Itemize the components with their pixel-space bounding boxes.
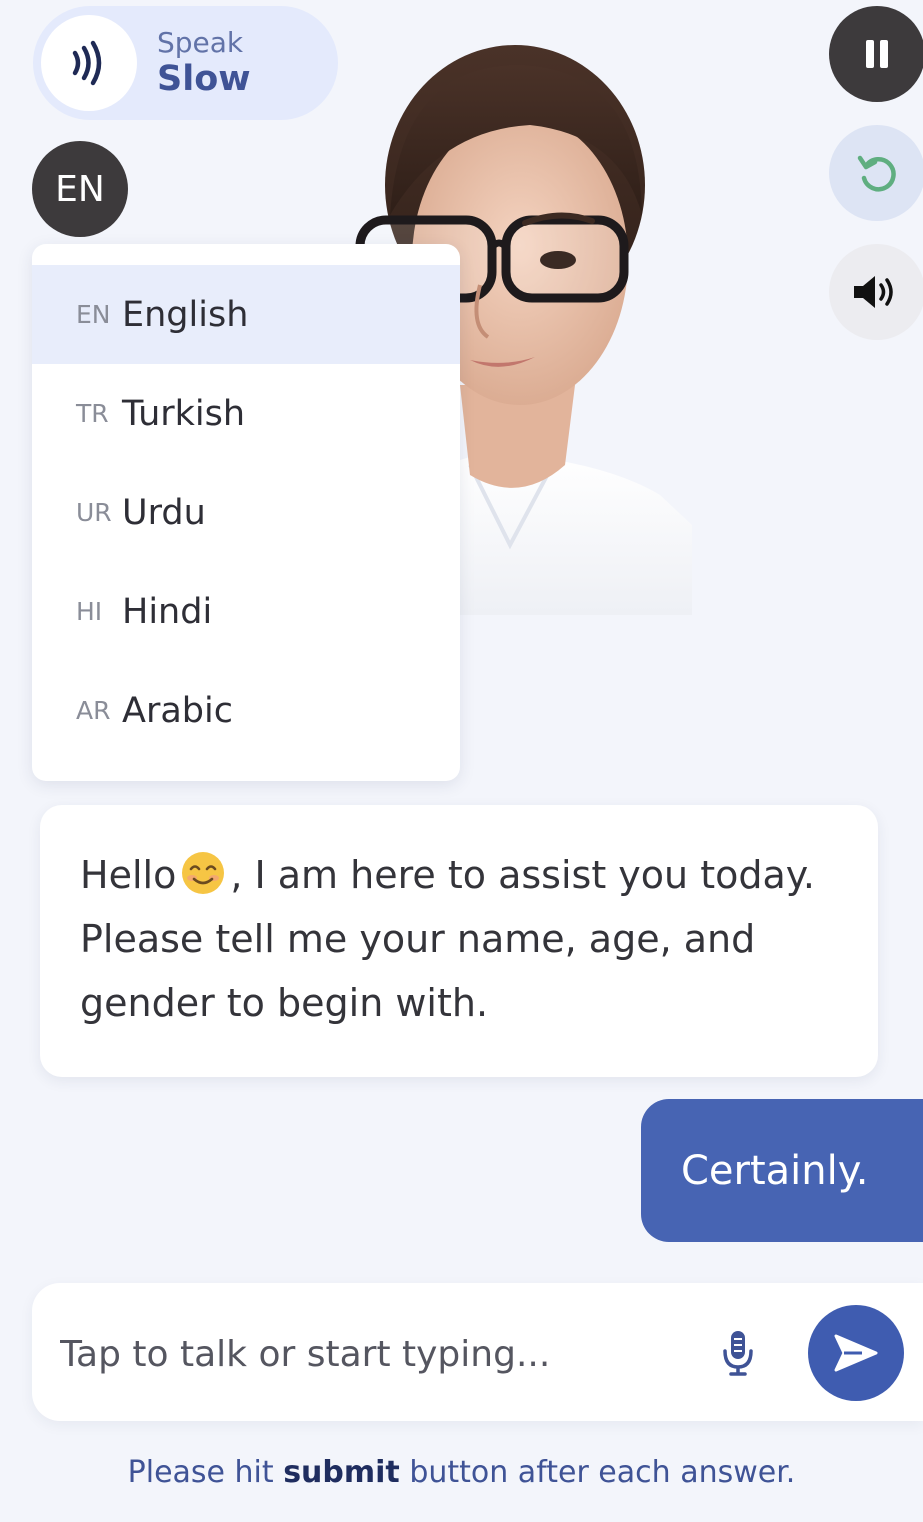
language-option-urdu[interactable]: UR Urdu — [32, 463, 460, 562]
microphone-button[interactable] — [718, 1327, 758, 1379]
reload-icon — [857, 155, 896, 192]
smiling-face-icon — [182, 852, 225, 894]
language-code: TR — [76, 399, 109, 428]
pause-button[interactable] — [829, 6, 923, 102]
language-option-turkish[interactable]: TR Turkish — [32, 364, 460, 463]
send-button[interactable] — [808, 1305, 904, 1401]
microphone-icon — [723, 1331, 753, 1376]
hint-text-after: button after each answer. — [399, 1455, 796, 1490]
language-name: English — [122, 294, 249, 335]
language-code: HI — [76, 597, 103, 626]
language-dropdown: EN English TR Turkish UR Urdu HI Hindi A… — [32, 244, 460, 781]
language-name: Hindi — [122, 591, 213, 632]
hint-text-before: Please hit — [127, 1455, 284, 1490]
speak-slow-toggle[interactable]: Speak Slow — [33, 6, 338, 120]
language-option-hindi[interactable]: HI Hindi — [32, 562, 460, 661]
hint-text-bold: submit — [283, 1455, 400, 1490]
language-option-arabic[interactable]: AR Arabic — [32, 661, 460, 760]
user-message: Certainly. — [641, 1099, 923, 1242]
language-code: EN — [76, 300, 111, 329]
language-code: AR — [76, 696, 111, 725]
message-input[interactable] — [58, 1317, 682, 1391]
language-button[interactable]: EN — [32, 141, 128, 237]
language-code: UR — [76, 498, 112, 527]
language-name: Urdu — [122, 492, 206, 533]
volume-button[interactable] — [829, 244, 923, 340]
send-arrow-icon — [834, 1334, 878, 1372]
assistant-message: Hello , I am here to assist you today. P… — [40, 805, 878, 1077]
reload-button[interactable] — [829, 125, 923, 221]
submit-hint: Please hit submit button after each answ… — [0, 1455, 923, 1490]
language-name: Turkish — [122, 393, 246, 434]
volume-icon — [854, 276, 893, 308]
sound-waves-icon — [41, 15, 137, 111]
speed-label: Slow — [157, 58, 251, 99]
user-message-text: Certainly. — [681, 1147, 869, 1194]
language-option-english[interactable]: EN English — [32, 265, 460, 364]
message-greeting: Hello — [80, 853, 177, 897]
message-composer — [32, 1283, 923, 1421]
language-name: Arabic — [122, 690, 233, 731]
pause-icon — [866, 40, 888, 68]
speak-label: Speak — [157, 25, 244, 59]
